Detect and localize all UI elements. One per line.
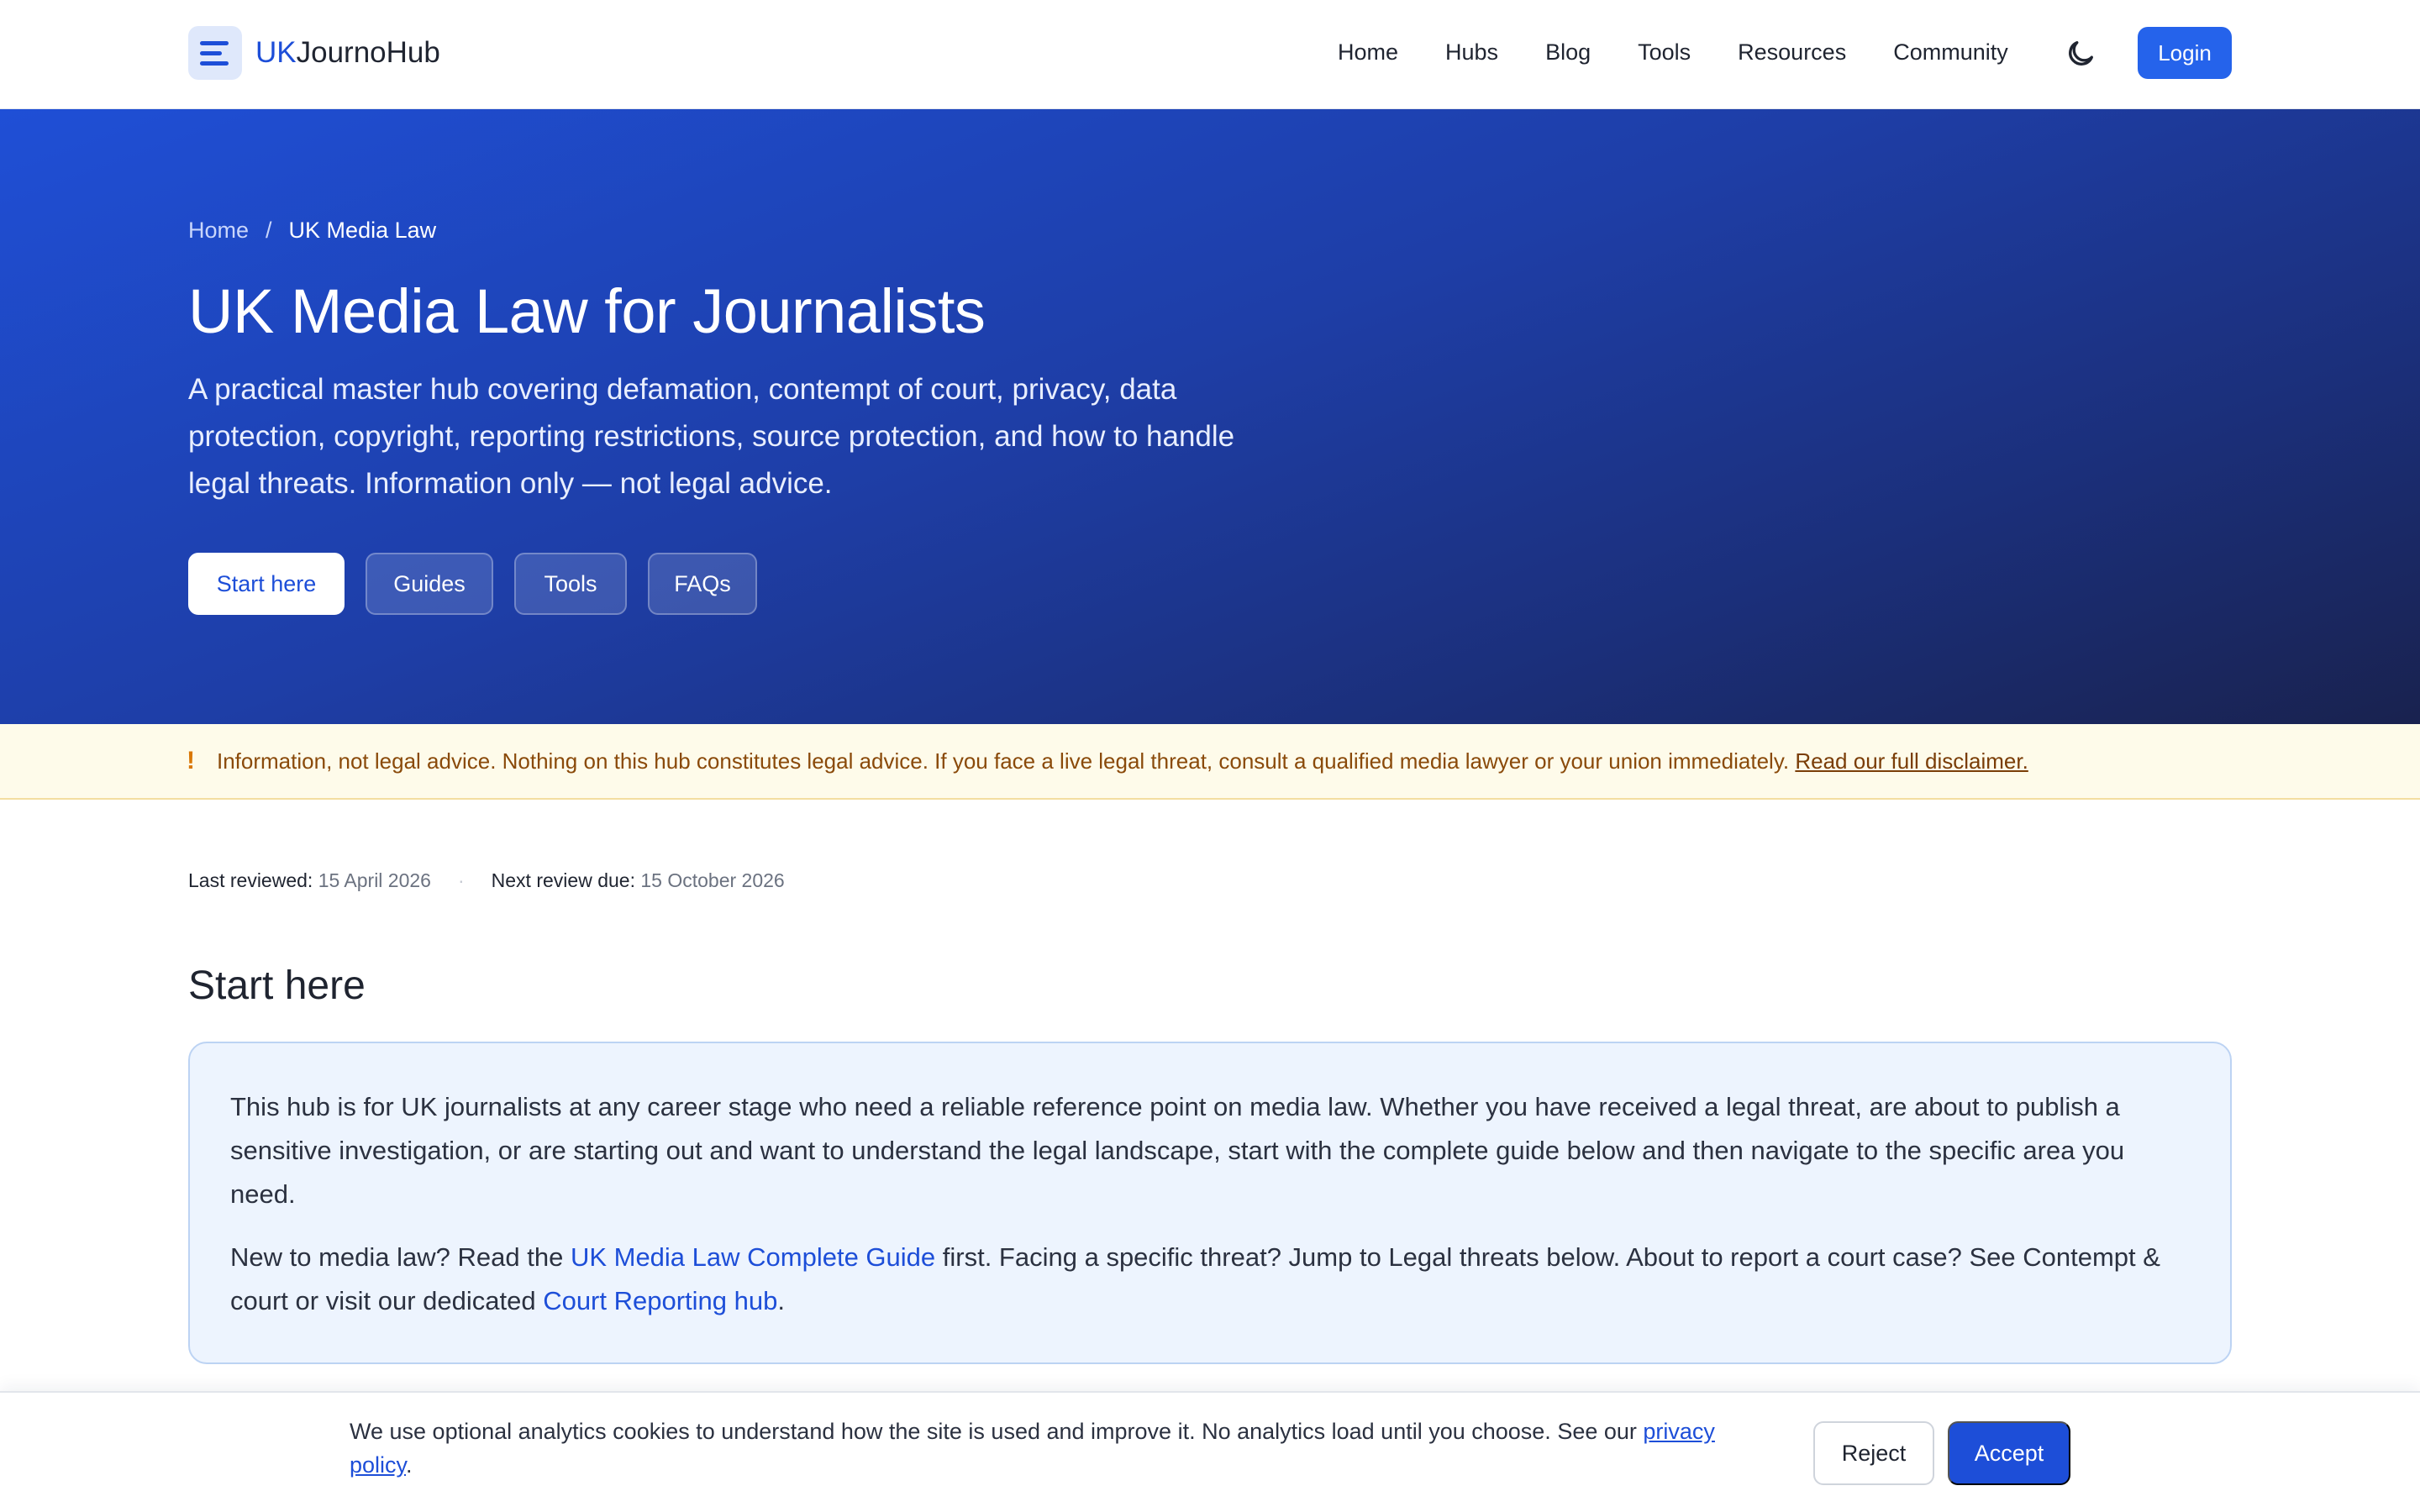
cookie-banner: We use optional analytics cookies to und…: [0, 1391, 2420, 1512]
next-review-value: 15 October 2026: [640, 869, 785, 891]
disclaimer-text: Information, not legal advice. Nothing o…: [217, 744, 2028, 778]
nav-link-community[interactable]: Community: [1893, 34, 2008, 71]
top-nav: UKJournoHub Home Hubs Blog Tools Resourc…: [0, 0, 2420, 109]
start-here-heading: Start here: [188, 963, 366, 1008]
legal-disclaimer-banner: ! Information, not legal advice. Nothing…: [0, 724, 2420, 800]
hero-buttons: Start here Guides Tools FAQs: [188, 553, 757, 615]
disclaimer-message: Information, not legal advice. Nothing o…: [217, 748, 1790, 774]
start-here-box: This hub is for UK journalists at any ca…: [188, 1042, 2232, 1364]
nav-link-hubs[interactable]: Hubs: [1445, 34, 1498, 71]
breadcrumb-current: UK Media Law: [288, 218, 437, 243]
cookie-text: We use optional analytics cookies to und…: [350, 1415, 1778, 1482]
reject-cookies-button[interactable]: Reject: [1813, 1421, 1934, 1485]
cookie-end: .: [406, 1452, 413, 1478]
disclaimer-link[interactable]: Read our full disclaimer.: [1795, 748, 2028, 774]
moon-icon[interactable]: [2064, 37, 2097, 71]
tools-button[interactable]: Tools: [514, 553, 627, 615]
last-reviewed-value: 15 April 2026: [318, 869, 431, 891]
start-here-button[interactable]: Start here: [188, 553, 345, 615]
start-here-paragraph-2: New to media law? Read the UK Media Law …: [230, 1236, 2190, 1323]
logo-prefix: UK: [255, 36, 297, 69]
cookie-message: We use optional analytics cookies to und…: [350, 1419, 1644, 1444]
nav-links: Home Hubs Blog Tools Resources Community: [1338, 34, 2055, 71]
nav-link-home[interactable]: Home: [1338, 34, 1398, 71]
hero: Home / UK Media Law UK Media Law for Jou…: [0, 109, 2420, 724]
court-reporting-hub-link[interactable]: Court Reporting hub: [543, 1286, 777, 1315]
meta-separator: ·: [457, 869, 465, 891]
menu-icon[interactable]: [188, 26, 242, 80]
start-here-paragraph-1: This hub is for UK journalists at any ca…: [230, 1092, 2125, 1209]
review-meta: Last reviewed: 15 April 2026 · Next revi…: [188, 865, 785, 895]
site-logo[interactable]: UKJournoHub: [255, 32, 440, 74]
nav-link-blog[interactable]: Blog: [1545, 34, 1591, 71]
nav-link-tools[interactable]: Tools: [1638, 34, 1691, 71]
accept-cookies-button[interactable]: Accept: [1948, 1421, 2070, 1485]
p2-text-c: .: [777, 1286, 785, 1315]
hero-subtitle: A practical master hub covering defamati…: [188, 373, 1235, 500]
next-review-label: Next review due:: [491, 869, 635, 891]
last-reviewed-label: Last reviewed:: [188, 869, 313, 891]
faqs-button[interactable]: FAQs: [648, 553, 757, 615]
nav-link-resources[interactable]: Resources: [1738, 34, 1846, 71]
logo-suffix: JournoHub: [296, 36, 440, 69]
breadcrumb-home[interactable]: Home: [188, 213, 249, 247]
breadcrumb: Home / UK Media Law: [188, 213, 436, 247]
guides-button[interactable]: Guides: [366, 553, 493, 615]
page-title: UK Media Law for Journalists: [188, 276, 986, 346]
breadcrumb-separator: /: [266, 218, 272, 243]
complete-guide-link[interactable]: UK Media Law Complete Guide: [571, 1242, 935, 1272]
warning-icon: !: [187, 747, 195, 774]
login-button[interactable]: Login: [2138, 27, 2232, 79]
p2-text-a: New to media law? Read the: [230, 1242, 571, 1272]
